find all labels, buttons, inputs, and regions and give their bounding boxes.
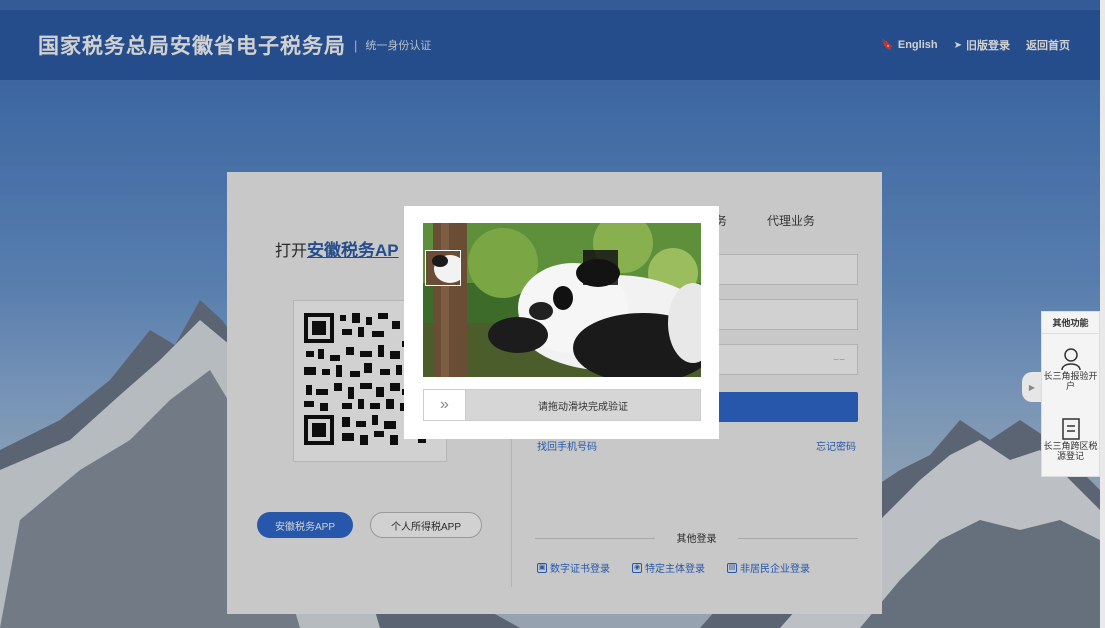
slider-hint: 请拖动滑块完成验证	[538, 401, 628, 413]
puzzle-piece[interactable]	[425, 250, 461, 286]
captcha-slider-track[interactable]: » 请拖动滑块完成验证	[423, 389, 701, 421]
panda-image	[423, 223, 701, 377]
slider-captcha-modal: » 请拖动滑块完成验证	[404, 206, 719, 439]
triangle-right-icon: ▶	[1028, 382, 1036, 392]
slider-handle[interactable]: »	[424, 390, 466, 420]
page-scrollbar[interactable]	[1100, 0, 1105, 628]
puzzle-piece-image	[426, 251, 460, 285]
yrd-account-opening-item[interactable]: 长三角报验开户	[1042, 334, 1099, 404]
puzzle-slot	[583, 250, 618, 285]
double-chevron-right-icon: »	[440, 396, 449, 413]
document-icon	[1061, 418, 1080, 440]
yrd-cross-region-registration-item[interactable]: 长三角跨区税源登记	[1042, 404, 1099, 474]
side-function-panel: 其他功能 长三角报验开户 长三角跨区税源登记	[1041, 311, 1100, 477]
captcha-image	[423, 223, 701, 377]
side-panel-title: 其他功能	[1042, 312, 1099, 334]
user-icon	[1060, 348, 1081, 371]
collapse-panel-button[interactable]: ▶	[1022, 372, 1042, 402]
